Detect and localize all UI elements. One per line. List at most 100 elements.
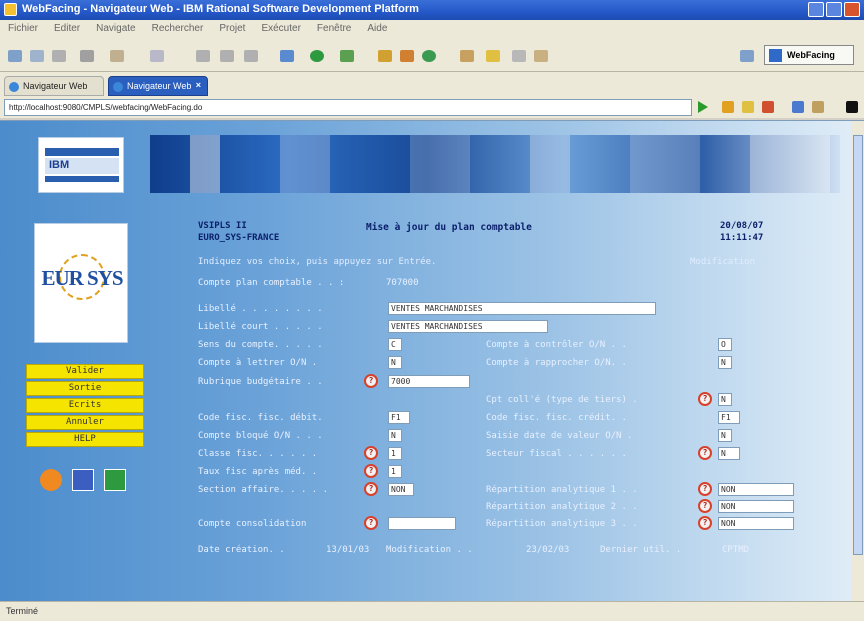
help-icon[interactable]: ? [364,482,378,496]
help-icon[interactable]: ? [698,516,712,530]
help-icon[interactable]: ? [364,446,378,460]
stop-icon[interactable] [762,101,774,113]
status-bar: Terminé [0,601,864,621]
debug-icon[interactable] [280,50,294,62]
tab-web-browser-1[interactable]: Navigateur Web [4,76,104,96]
rep1-field[interactable]: NON [718,483,794,496]
classe-field[interactable]: 1 [388,447,402,460]
menu-item-window[interactable]: Fenêtre [317,23,351,35]
menu-item-file[interactable]: Fichier [8,23,38,35]
browser-icon[interactable] [422,50,436,62]
taux-field[interactable]: 1 [388,465,402,478]
globe-icon [113,82,123,92]
menu-item-edit[interactable]: Editer [54,23,80,35]
rep3-field[interactable]: NON [718,517,794,530]
tab-web-browser-2[interactable]: Navigateur Web × [108,76,208,96]
consolidation-field[interactable] [388,517,456,530]
rubrique-field[interactable]: 7000 [388,375,470,388]
settings-icon[interactable] [400,50,414,62]
classe-label: Classe fisc. . . . . . [198,449,318,459]
home-icon[interactable] [812,101,824,113]
rapprocher-field[interactable]: N [718,356,732,369]
tools-icon[interactable] [150,50,164,62]
browser-content: IBM EUR SYS Valider Sortie Ecrits Annule… [0,120,864,602]
print-icon[interactable] [80,50,94,62]
libelle-court-label: Libellé court . . . . . [198,322,323,332]
secteur-field[interactable]: N [718,447,740,460]
profile-icon[interactable] [340,50,354,62]
help-icon[interactable]: ? [698,499,712,513]
back-icon[interactable] [512,50,526,62]
menu-item-project[interactable]: Projet [219,23,245,35]
refresh-nav-icon[interactable] [792,101,804,113]
main-toolbar: WebFacing [0,38,864,72]
saisie-field[interactable]: N [718,429,732,442]
perspective-switcher[interactable]: WebFacing [764,45,854,65]
rep2-label: Répartition analytique 2 . . [486,502,638,512]
app-icon [4,3,17,16]
menu-item-navigate[interactable]: Navigate [96,23,135,35]
company-name: EURO_SYS-FRANCE [198,233,280,243]
modification-value: 23/02/03 [526,545,570,555]
editor-tab-bar: Navigateur Web Navigateur Web × [0,72,864,96]
save-all-icon[interactable] [52,50,66,62]
search-icon[interactable] [460,50,474,62]
redo-icon[interactable] [244,50,258,62]
lettrer-field[interactable]: N [388,356,402,369]
menu-item-help[interactable]: Aide [367,23,387,35]
saisie-label: Saisie date de valeur O/N . [486,431,633,441]
menu-item-run[interactable]: Exécuter [261,23,300,35]
maximize-button[interactable] [826,2,842,17]
back-nav-icon[interactable] [722,101,734,113]
mode-text: Modification [690,257,756,267]
credit-field[interactable]: F1 [718,411,740,424]
scrollbar-thumb[interactable] [853,135,863,555]
build-icon[interactable] [110,50,124,62]
bloque-field[interactable]: N [388,429,402,442]
help-icon[interactable]: ? [364,464,378,478]
vertical-scrollbar[interactable] [852,121,864,602]
section-field[interactable]: NON [388,483,414,496]
rep2-field[interactable]: NON [718,500,794,513]
help-icon[interactable]: ? [698,392,712,406]
help-icon[interactable]: ? [364,374,378,388]
refresh-icon[interactable] [196,50,210,62]
sens-label: Sens du compte. . . . . [198,340,323,350]
url-input[interactable]: http://localhost:9080/CMPLS/webfacing/We… [4,99,692,116]
forward-nav-icon[interactable] [742,101,754,113]
help-icon[interactable]: ? [364,516,378,530]
close-button[interactable] [844,2,860,17]
account-value: 707000 [386,278,419,288]
open-perspective-icon[interactable] [740,50,754,62]
minimize-button[interactable] [808,2,824,17]
libelle-court-field[interactable]: VENTES MARCHANDISES [388,320,548,333]
libelle-field[interactable]: VENTES MARCHANDISES [388,302,656,315]
tab-close-icon[interactable]: × [196,80,201,90]
help-icon[interactable]: ? [698,482,712,496]
package-icon[interactable] [378,50,392,62]
secteur-label: Secteur fiscal . . . . . . [486,449,627,459]
debit-field[interactable]: F1 [388,411,410,424]
date-display: 20/08/07 [720,221,764,231]
sens-field[interactable]: C [388,338,402,351]
run-icon[interactable] [310,50,324,62]
undo-icon[interactable] [220,50,234,62]
go-icon[interactable] [698,101,708,113]
view-menu-icon[interactable] [846,101,858,113]
save-icon[interactable] [30,50,44,62]
rep3-label: Répartition analytique 3 . . [486,519,638,529]
controler-field[interactable]: O [718,338,732,351]
new-icon[interactable] [8,50,22,62]
consolidation-label: Compte consolidation [198,519,307,529]
cpt-field[interactable]: N [718,393,732,406]
bookmark-icon[interactable] [486,50,500,62]
system-name: VSIPLS II [198,221,247,231]
window-titlebar: WebFacing - Navigateur Web - IBM Rationa… [0,0,864,20]
help-icon[interactable]: ? [698,446,712,460]
forward-icon[interactable] [534,50,548,62]
tab-label: Navigateur Web [127,81,192,91]
perspective-label: WebFacing [787,50,835,60]
debit-label: Code fisc. fisc. débit. [198,413,323,423]
libelle-label: Libellé . . . . . . . . [198,304,323,314]
menu-item-search[interactable]: Rechercher [152,23,204,35]
